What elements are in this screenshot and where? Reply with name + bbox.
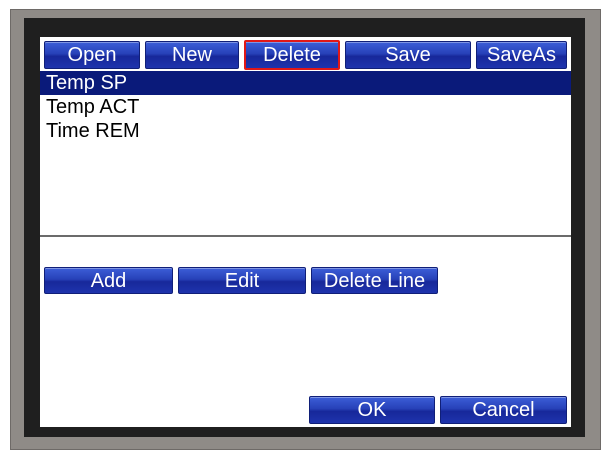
open-button[interactable]: Open [44, 41, 140, 69]
saveas-button[interactable]: SaveAs [476, 41, 567, 69]
touch-screen: Open New Delete Save SaveAs Temp SP Temp… [40, 37, 571, 427]
edit-button[interactable]: Edit [178, 267, 306, 294]
item-list: Temp SP Temp ACT Time REM [40, 71, 571, 237]
ok-button[interactable]: OK [309, 396, 435, 424]
list-item[interactable]: Temp SP [40, 71, 571, 95]
list-item[interactable]: Time REM [40, 119, 571, 143]
save-button[interactable]: Save [345, 41, 471, 69]
cancel-button[interactable]: Cancel [440, 396, 567, 424]
add-button[interactable]: Add [44, 267, 173, 294]
list-item[interactable]: Temp ACT [40, 95, 571, 119]
delete-line-button[interactable]: Delete Line [311, 267, 438, 294]
delete-button[interactable]: Delete [244, 40, 340, 70]
new-button[interactable]: New [145, 41, 239, 69]
